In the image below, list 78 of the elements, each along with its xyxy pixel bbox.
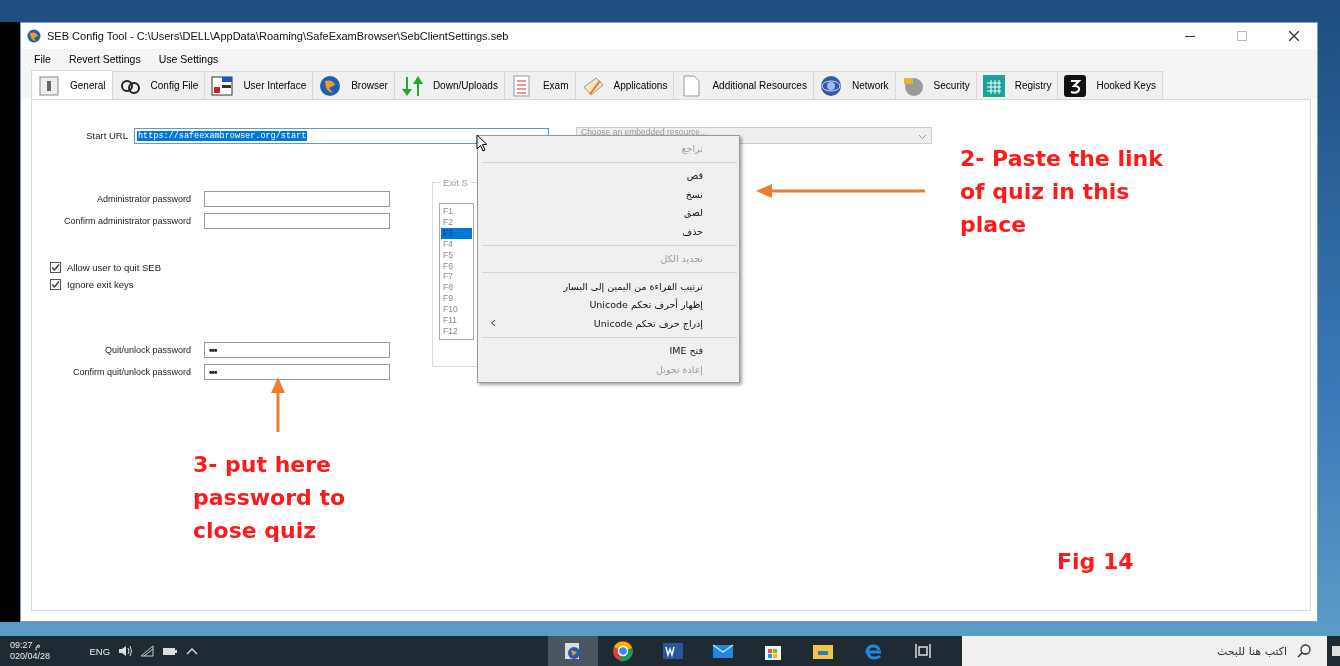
window-title: SEB Config Tool - C:\Users\DELL\AppData\Roaming\SafeExamBrowser\SebClientSettings.seb: [47, 30, 510, 42]
checklist-icon: [510, 74, 533, 97]
tab[interactable]: Down/Uploads: [393, 71, 505, 99]
word-icon: [662, 640, 685, 662]
field-label: Confirm administrator password: [62, 216, 192, 226]
list-item[interactable]: F8: [441, 282, 472, 294]
menu-item[interactable]: ترتيب القراءة من اليمين إلى اليسار: [478, 277, 739, 296]
list-item[interactable]: F9: [441, 293, 472, 305]
arrows-icon: [400, 74, 423, 97]
list-item[interactable]: F5: [441, 249, 472, 261]
list-item[interactable]: F7: [441, 271, 472, 283]
search-field[interactable]: اكتب هنا للبحث: [962, 636, 1328, 666]
list-item[interactable]: F1: [441, 206, 472, 217]
tab[interactable]: Applications: [574, 71, 675, 99]
globe-icon: [319, 74, 342, 97]
language-indicator[interactable]: ENG: [89, 645, 111, 657]
list-item[interactable]: F4: [441, 238, 472, 250]
menu-item[interactable]: حذف: [478, 222, 739, 241]
menu-item[interactable]: Revert Settings: [59, 53, 150, 65]
browser-icon: [612, 640, 635, 662]
checkbox[interactable]: [50, 279, 61, 290]
field-label: Administrator password: [95, 194, 192, 204]
tab[interactable]: Registry: [975, 71, 1059, 99]
annotation-text: 3- put here password to close quiz: [193, 451, 347, 545]
list-item[interactable]: F6: [441, 260, 472, 272]
tab[interactable]: Config File: [111, 71, 206, 99]
checkbox-label: Allow user to quit SEB: [67, 262, 161, 273]
tab[interactable]: Network: [812, 71, 896, 99]
menu-item[interactable]: File: [25, 53, 60, 65]
chevron-up-icon[interactable]: [186, 646, 199, 656]
grid-icon: [982, 74, 1005, 97]
document-icon: [38, 74, 60, 97]
chevron-down-icon: [918, 132, 927, 141]
menu-item[interactable]: نسخ: [478, 185, 739, 204]
list-item[interactable]: F10: [441, 304, 472, 316]
field-label: Confirm quit/unlock password: [71, 367, 192, 377]
checkbox[interactable]: [50, 262, 61, 273]
password-field[interactable]: [204, 191, 390, 207]
page-icon: [680, 74, 703, 97]
tab[interactable]: Security: [894, 71, 977, 99]
taskbar-button[interactable]: [548, 636, 599, 666]
menu-item[interactable]: Use Settings: [149, 53, 228, 65]
field-label: Quit/unlock password: [103, 345, 192, 355]
search-icon: [1297, 644, 1312, 658]
window-icon: [211, 74, 234, 97]
tab[interactable]: Additional Resources: [673, 71, 814, 99]
password-field[interactable]: •••: [204, 364, 390, 380]
network-icon[interactable]: [140, 645, 155, 657]
tab[interactable]: Browser: [312, 71, 395, 99]
battery-icon[interactable]: [162, 646, 179, 656]
menu-item[interactable]: إظهار أحرف تحكم Unicode: [478, 295, 739, 314]
list-item[interactable]: F11: [441, 315, 472, 326]
password-field[interactable]: •••: [204, 342, 390, 358]
field-label: Start URL: [85, 130, 129, 141]
globe-icon: [819, 74, 842, 97]
menu-item[interactable]: إدراج حرف تحكم Unicode: [478, 314, 739, 333]
app-icon: [27, 29, 41, 43]
key-list[interactable]: F1 F2 F3 F4 F5 F6 F7 F8 F9 F10 F11 F12: [439, 203, 474, 340]
group-title: Exit S: [441, 177, 470, 188]
tab[interactable]: Hooked Keys: [1057, 71, 1163, 99]
annotation-text: 2- Paste the link of quiz in this place: [960, 145, 1164, 239]
tab[interactable]: User Interface: [204, 71, 314, 99]
chevron-left-icon: [490, 319, 496, 328]
maximize-icon: [1237, 31, 1247, 41]
figure-caption: Fig 14: [1057, 548, 1134, 576]
password-field[interactable]: [204, 213, 390, 229]
mouse-cursor-icon: [476, 134, 488, 152]
checkbox-label: Ignore exit keys: [67, 279, 134, 290]
menu-item[interactable]: فتح IME: [478, 341, 739, 360]
close-icon: [1289, 31, 1299, 41]
list-item[interactable]: F12: [441, 325, 472, 337]
menu-item[interactable]: قص: [478, 166, 739, 185]
list-item[interactable]: F2: [441, 216, 472, 228]
tab[interactable]: General: [31, 70, 113, 100]
menu-item[interactable]: لصق: [478, 203, 739, 222]
arrow: [271, 377, 285, 433]
volume-icon[interactable]: [118, 645, 133, 657]
tab[interactable]: Exam: [503, 71, 576, 99]
